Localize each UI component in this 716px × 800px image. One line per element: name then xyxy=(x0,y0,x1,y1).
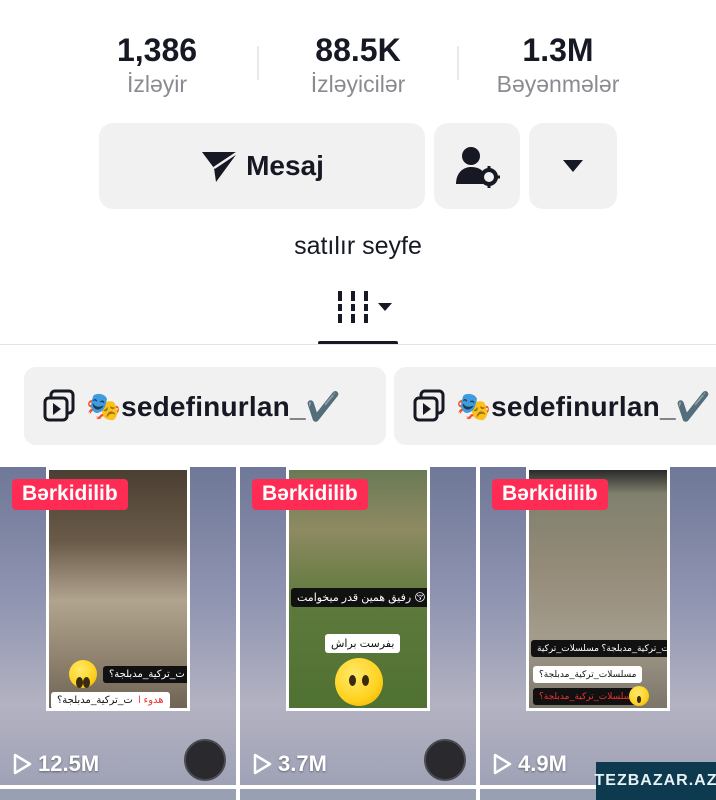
view-count-value: 3.7M xyxy=(278,751,327,776)
dropdown-arrow-icon xyxy=(563,160,583,172)
video-caption: ت_تركية_مدبلجة؟ xyxy=(103,666,187,683)
likes-count: 1.3M xyxy=(522,32,594,68)
pinned-badge: Bərkidilib xyxy=(252,479,368,510)
play-icon xyxy=(13,753,32,775)
profile-stats: 1,386 İzləyir 88.5K İzləyicilər 1.3M Bəy… xyxy=(0,30,716,110)
pinned-badge: Bərkidilib xyxy=(492,479,608,510)
send-icon xyxy=(202,150,239,182)
playlist-name: 🎭sedefinurlan_✔️ xyxy=(456,390,711,422)
view-count-value: 12.5M xyxy=(38,751,100,776)
following-count: 1,386 xyxy=(116,32,198,68)
follow-settings-button[interactable] xyxy=(434,123,520,209)
view-count: 3.7M xyxy=(252,751,327,777)
video-thumbnail[interactable]: ت_تركية_مدبلجة؟ هدوء الليل ت_تركية_مدبلج… xyxy=(0,467,236,785)
profile-tab-bar xyxy=(0,283,716,345)
view-count: 4.9M xyxy=(492,751,567,777)
video-caption: مسلسلات_تركية_مدبلجة؟ مسلسلات_تركية xyxy=(531,640,667,657)
creator-avatar xyxy=(424,739,466,781)
emoji-sticker xyxy=(629,686,649,706)
pinned-badge: Bərkidilib xyxy=(12,479,128,510)
tab-videos[interactable] xyxy=(336,287,396,327)
video-caption: رفيق همين قدر ميخوامت 😚 xyxy=(291,588,427,607)
video-caption: بفرست براش xyxy=(325,634,401,653)
playlist-icon xyxy=(43,389,75,422)
following-label: İzləyir xyxy=(126,71,188,97)
playlist-card[interactable]: 🎭sedefinurlan_✔️ xyxy=(394,367,716,445)
likes-stat: 1.3M Bəyənmələr xyxy=(458,30,658,98)
site-watermark: TEZBAZAR.AZ xyxy=(595,762,716,800)
playlist-name: 🎭sedefinurlan_✔️ xyxy=(86,390,341,422)
emoji-sticker xyxy=(335,658,383,706)
following-stat[interactable]: 1,386 İzləyir xyxy=(57,30,257,98)
likes-label: Bəyənmələr xyxy=(496,71,620,97)
message-button[interactable]: Mesaj xyxy=(99,123,425,209)
view-count-value: 4.9M xyxy=(518,751,567,776)
tab-divider xyxy=(0,344,716,345)
video-caption: مسلسلات_تركية_مدبلجة؟ xyxy=(533,688,643,705)
video-thumbnail[interactable]: رفيق همين قدر ميخوامت 😚 بفرست براش Bərki… xyxy=(240,467,476,785)
play-icon xyxy=(493,753,512,775)
more-options-button[interactable] xyxy=(529,123,617,209)
play-icon xyxy=(253,753,272,775)
view-count: 12.5M xyxy=(12,751,99,777)
video-caption: ت_تركية_مدبلجة؟ xyxy=(51,692,139,708)
message-button-label: Mesaj xyxy=(246,150,324,181)
videos-grid-icon xyxy=(336,291,392,323)
user-settings-icon xyxy=(456,147,500,188)
video-grid: ت_تركية_مدبلجة؟ هدوء الليل ت_تركية_مدبلج… xyxy=(0,467,716,800)
video-caption: مسلسلات_تركية_مدبلجة؟ xyxy=(533,666,643,683)
followers-count: 88.5K xyxy=(315,32,401,68)
next-row-thumbnail[interactable] xyxy=(240,789,476,800)
playlist-card[interactable]: 🎭sedefinurlan_✔️ xyxy=(24,367,386,445)
profile-bio: satılır seyfe xyxy=(294,232,422,260)
creator-avatar xyxy=(184,739,226,781)
followers-label: İzləyicilər xyxy=(310,71,406,97)
playlist-icon xyxy=(413,389,445,422)
video-thumbnail[interactable]: مسلسلات_تركية_مدبلجة؟ مسلسلات_تركية مسلس… xyxy=(480,467,716,785)
followers-stat[interactable]: 88.5K İzləyicilər xyxy=(258,30,458,98)
emoji-sticker xyxy=(69,660,97,688)
next-row-thumbnail[interactable] xyxy=(0,789,236,800)
